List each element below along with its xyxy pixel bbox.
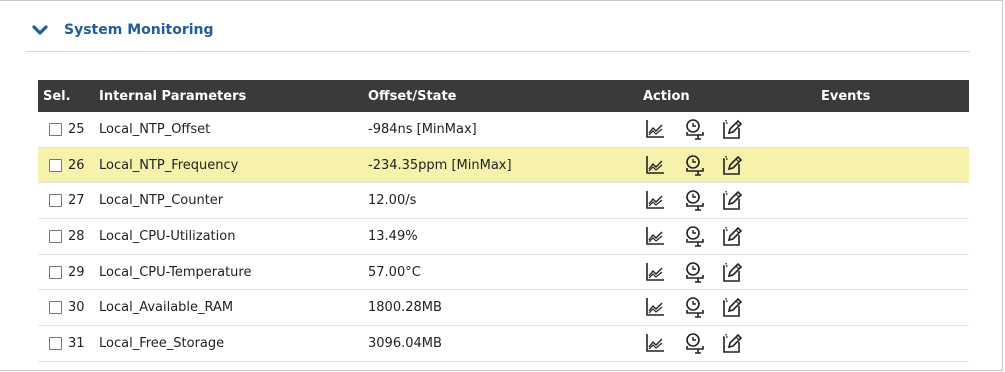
table-body: 25 Local_NTP_Offset -984ns [MinMax] 26 Local… xyxy=(38,112,969,362)
parameter-name: Local_NTP_Offset xyxy=(99,122,211,137)
offset-state-value: 13.49% xyxy=(368,229,418,245)
row-number: 26 xyxy=(68,157,85,173)
edit-icon[interactable] xyxy=(721,154,743,176)
system-monitoring-panel: System Monitoring Sel. Internal Paramete… xyxy=(0,0,1003,371)
chart-icon[interactable] xyxy=(644,225,666,247)
offset-state-value: 57.00°C xyxy=(368,264,421,280)
row-checkbox[interactable] xyxy=(49,158,62,172)
timer-icon[interactable] xyxy=(684,225,706,247)
row-checkbox[interactable] xyxy=(49,194,62,208)
table-row: 25 Local_NTP_Offset -984ns [MinMax] xyxy=(38,112,969,148)
chart-icon[interactable] xyxy=(644,154,666,176)
table-row: 30 Local_Available_RAM 1800.28MB xyxy=(38,290,969,327)
row-number: 30 xyxy=(68,300,85,316)
timer-icon[interactable] xyxy=(684,332,706,354)
timer-icon[interactable] xyxy=(684,296,706,319)
edit-icon[interactable] xyxy=(721,296,743,318)
parameters-table: Sel. Internal Parameters Offset/State Ac… xyxy=(38,80,969,362)
chart-icon[interactable] xyxy=(644,189,666,211)
edit-icon[interactable] xyxy=(721,118,743,140)
chart-icon[interactable] xyxy=(644,118,666,140)
section-header[interactable]: System Monitoring xyxy=(26,13,970,52)
edit-icon[interactable] xyxy=(721,225,743,247)
row-number: 29 xyxy=(68,264,85,280)
chart-icon[interactable] xyxy=(644,261,666,283)
parameter-name: Local_CPU-Temperature xyxy=(99,264,252,280)
parameter-name: Local_NTP_Frequency xyxy=(99,157,239,173)
timer-icon[interactable] xyxy=(684,261,706,283)
row-number: 27 xyxy=(68,193,85,209)
parameter-name: Local_Available_RAM xyxy=(99,300,234,316)
row-checkbox[interactable] xyxy=(49,230,62,244)
offset-state-value: 12.00/s xyxy=(368,193,417,209)
edit-icon[interactable] xyxy=(721,261,743,283)
row-number: 28 xyxy=(68,229,85,245)
offset-state-value: 1800.28MB xyxy=(368,300,442,316)
row-checkbox[interactable] xyxy=(49,265,62,279)
edit-icon[interactable] xyxy=(721,332,743,354)
timer-icon[interactable] xyxy=(684,189,706,212)
section-title: System Monitoring xyxy=(64,22,214,38)
table-row: 31 Local_Free_Storage 3096.04MB xyxy=(38,326,969,362)
header-action: Action xyxy=(643,89,690,104)
row-number: 31 xyxy=(68,336,85,352)
row-number: 25 xyxy=(68,122,85,137)
parameter-name: Local_CPU-Utilization xyxy=(99,229,236,245)
offset-state-value: -984ns [MinMax] xyxy=(368,122,477,137)
table-row: 28 Local_CPU-Utilization 13.49% xyxy=(38,219,969,255)
chart-icon[interactable] xyxy=(644,296,666,318)
offset-state-value: 3096.04MB xyxy=(368,336,442,352)
row-checkbox[interactable] xyxy=(49,301,62,315)
row-checkbox[interactable] xyxy=(49,123,62,136)
timer-icon[interactable] xyxy=(684,154,706,176)
header-offset-state: Offset/State xyxy=(368,89,457,104)
row-checkbox[interactable] xyxy=(49,337,62,351)
offset-state-value: -234.35ppm [MinMax] xyxy=(368,157,512,173)
chart-icon[interactable] xyxy=(644,332,666,354)
chevron-down-icon[interactable] xyxy=(32,23,48,39)
timer-icon[interactable] xyxy=(684,118,706,140)
edit-icon[interactable] xyxy=(721,189,743,211)
parameter-name: Local_Free_Storage xyxy=(99,336,225,352)
header-sel: Sel. xyxy=(43,89,71,104)
parameter-name: Local_NTP_Counter xyxy=(99,193,224,209)
table-header: Sel. Internal Parameters Offset/State Ac… xyxy=(38,80,969,112)
table-row: 26 Local_NTP_Frequency -234.35ppm [MinMax] xyxy=(38,147,969,184)
header-events: Events xyxy=(821,89,871,104)
table-row: 27 Local_NTP_Counter 12.00/s xyxy=(38,183,969,220)
table-row: 29 Local_CPU-Temperature 57.00°C xyxy=(38,255,969,291)
header-internal-parameters: Internal Parameters xyxy=(99,89,247,104)
